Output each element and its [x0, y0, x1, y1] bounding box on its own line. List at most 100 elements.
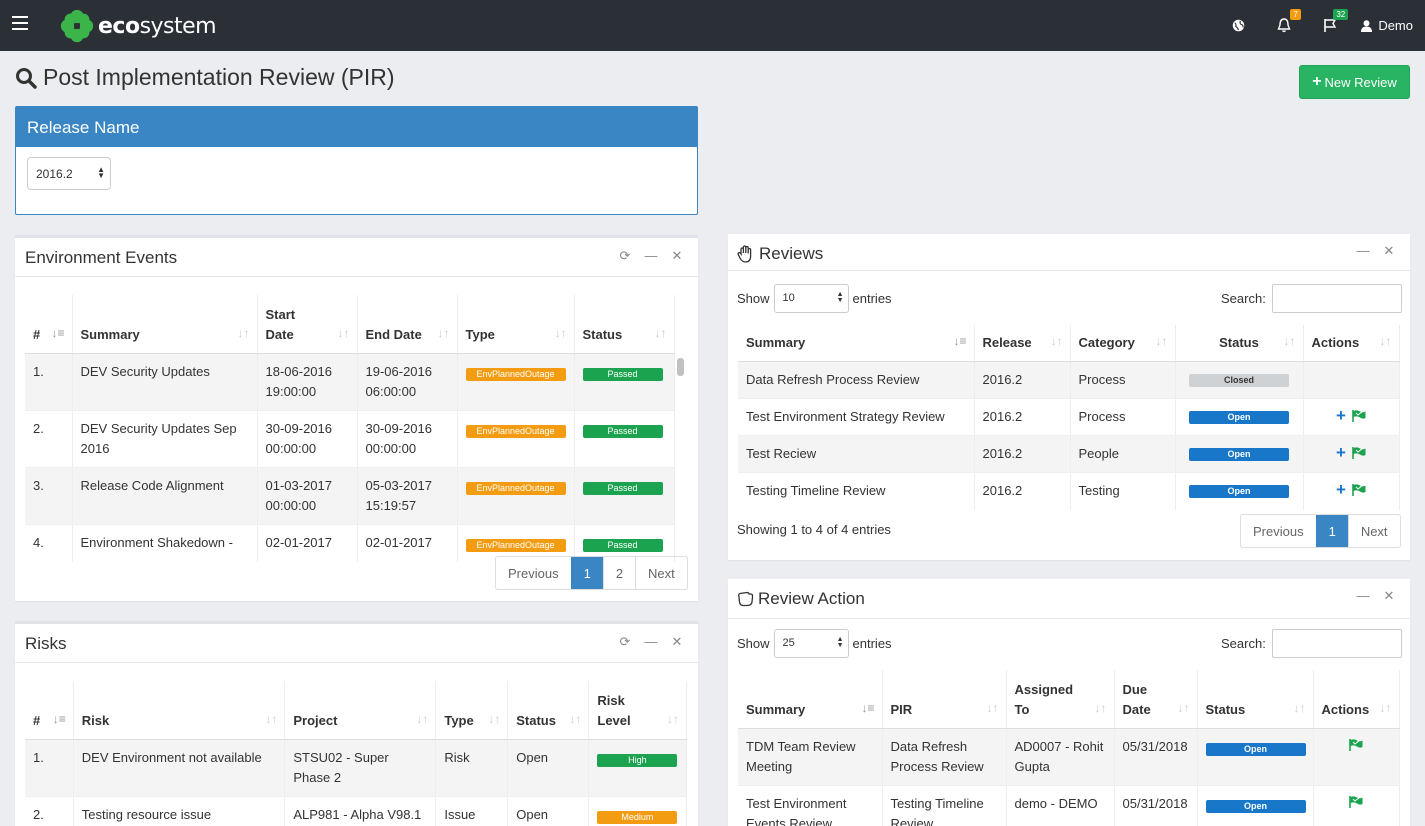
column-header[interactable]: Project ↓↑: [284, 681, 437, 740]
notifications-button[interactable]: 7: [1261, 0, 1307, 51]
collapse-icon[interactable]: —: [644, 248, 658, 264]
app-logo[interactable]: ecosystem: [58, 6, 217, 46]
add-action-icon[interactable]: +: [1336, 444, 1346, 461]
table-row[interactable]: TDM Team Review Meeting Data Refresh Proc…: [738, 727, 1400, 785]
column-header[interactable]: Category ↓↑: [1070, 325, 1176, 362]
table-row[interactable]: Test Environment Events Review Testing Ti…: [738, 784, 1400, 826]
table-row[interactable]: Data Refresh Process Review 2016.2 Process…: [738, 361, 1400, 399]
flag-icon: [1324, 19, 1337, 32]
hand-stop-icon: [737, 245, 752, 263]
close-icon[interactable]: ✕: [1382, 243, 1396, 259]
collapse-icon[interactable]: —: [1356, 243, 1370, 259]
entries-select[interactable]: 25 ▲ ▼: [773, 629, 849, 658]
review-action-search: Search:: [1221, 629, 1402, 658]
column-header[interactable]: Summary ↓↑: [72, 295, 258, 354]
entries-select[interactable]: 10 ▲ ▼: [773, 284, 849, 313]
column-header[interactable]: End Date ↓↑: [357, 295, 458, 354]
reviews-length-control: Show 10 ▲ ▼ entries: [737, 284, 892, 313]
column-header[interactable]: # ↓≡: [25, 295, 73, 354]
flag-icon[interactable]: [1349, 738, 1363, 751]
search-input[interactable]: [1271, 629, 1402, 658]
add-action-icon[interactable]: +: [1336, 407, 1346, 424]
add-action-icon[interactable]: +: [1336, 481, 1346, 498]
top-navbar: ecosystem 7 32 Demo: [0, 0, 1425, 51]
panel-title: Review Action: [737, 589, 865, 609]
new-review-label: New Review: [1324, 74, 1397, 90]
column-header[interactable]: Assigned To ↓↑: [1006, 670, 1115, 729]
table-row[interactable]: Test Environment Strategy Review 2016.2 Pr…: [738, 398, 1400, 436]
table-row: 1. DEV Security Updates 18-06-2016 19:00:…: [25, 352, 675, 410]
close-icon[interactable]: ✕: [670, 634, 684, 650]
user-menu[interactable]: Demo: [1353, 0, 1425, 51]
sort-icon: ↓↑: [569, 711, 582, 726]
column-header[interactable]: # ↓≡: [25, 681, 74, 740]
column-header[interactable]: Summary ↓≡: [738, 325, 975, 362]
column-header[interactable]: Status ↓↑: [1197, 670, 1314, 729]
column-header[interactable]: PIR ↓↑: [882, 670, 1007, 729]
collapse-icon[interactable]: —: [1356, 588, 1370, 604]
refresh-icon[interactable]: ⟳: [618, 248, 632, 264]
column-header[interactable]: Type ↓↑: [457, 295, 575, 354]
sort-icon: ↓↑: [416, 711, 429, 726]
review-action-table: Summary ↓≡ PIR ↓↑ Assigned To ↓↑ Due Date ↓↑…: [738, 670, 1400, 826]
sort-icon: ↓↑: [1293, 700, 1306, 715]
sort-icon: ↓↑: [667, 711, 679, 726]
table-row: 3. Release Code Alignment 01-03-2017 00:0…: [25, 466, 675, 524]
refresh-icon[interactable]: ⟳: [618, 634, 632, 650]
close-icon[interactable]: ✕: [1382, 588, 1396, 604]
collapse-icon[interactable]: —: [644, 634, 658, 650]
table-row: 2. Testing resource issue ALP981 - Alpha V…: [25, 795, 687, 826]
reviews-search: Search:: [1221, 284, 1402, 313]
flag-icon[interactable]: [1349, 795, 1363, 808]
new-review-button[interactable]: + New Review: [1299, 65, 1410, 99]
status-badge: Passed: [582, 538, 663, 552]
table-row[interactable]: Testing Timeline Review 2016.2 Testing Ope…: [738, 472, 1400, 510]
previous-page-button[interactable]: Previous: [496, 557, 571, 589]
table-row: 1. DEV Environment not available STSU02 - …: [25, 738, 687, 796]
column-header[interactable]: Actions ↓↑: [1313, 670, 1400, 729]
previous-page-button[interactable]: Previous: [1241, 515, 1316, 547]
page-2-button[interactable]: 2: [602, 557, 635, 589]
user-icon: [1361, 19, 1373, 32]
panel-title: Environment Events: [25, 248, 178, 267]
column-header[interactable]: Summary ↓≡: [738, 670, 883, 729]
panel-title-text: Reviews: [759, 244, 824, 263]
status-badge: Passed: [582, 424, 663, 438]
column-header[interactable]: Risk ↓↑: [73, 681, 286, 740]
column-header[interactable]: Status ↓↑: [507, 681, 590, 740]
column-header[interactable]: Release ↓↑: [974, 325, 1071, 362]
search-input[interactable]: [1271, 284, 1402, 313]
type-label: EnvPlannedOutage: [465, 481, 566, 495]
type-label: EnvPlannedOutage: [465, 367, 566, 381]
panel-title: Risks: [25, 634, 67, 653]
next-page-button[interactable]: Next: [1347, 515, 1400, 547]
clover-logo-icon: [60, 9, 94, 43]
page-1-button[interactable]: 1: [1315, 515, 1348, 547]
page-1-button[interactable]: 1: [570, 557, 603, 589]
column-header[interactable]: Type ↓↑: [435, 681, 509, 740]
flag-icon[interactable]: [1352, 410, 1366, 422]
close-icon[interactable]: ✕: [670, 248, 684, 264]
flag-icon[interactable]: [1352, 447, 1366, 459]
release-select[interactable]: 2016.2 ▲ ▼: [27, 157, 111, 190]
menu-toggle-icon[interactable]: [12, 16, 28, 34]
column-header[interactable]: Status ↓↑: [1175, 325, 1304, 362]
table-row[interactable]: Test Reciew 2016.2 People Open +: [738, 435, 1400, 473]
column-header[interactable]: Status ↓↑: [574, 295, 675, 354]
column-header[interactable]: Start Date ↓↑: [257, 295, 358, 354]
flag-icon[interactable]: [1352, 484, 1366, 496]
sort-icon: ↓↑: [1050, 334, 1063, 348]
column-header[interactable]: Risk Level ↓↑: [588, 681, 687, 740]
table-scrollbar[interactable]: [677, 358, 684, 376]
column-header[interactable]: Actions ↓↑: [1303, 325, 1400, 362]
sort-desc-icon: ↓≡: [51, 325, 65, 340]
table-row: 2. DEV Security Updates Sep 2016 30-09-20…: [25, 409, 675, 467]
column-header[interactable]: Due Date ↓↑: [1114, 670, 1198, 729]
bell-icon: [1277, 18, 1291, 33]
environment-events-table: # ↓≡ Summary ↓↑ Start Date ↓↑ End Date ↓↑ Ty…: [25, 295, 675, 562]
next-page-button[interactable]: Next: [635, 557, 687, 589]
notification-count-badge: 7: [1290, 9, 1301, 20]
status-badge: Passed: [582, 481, 663, 495]
flags-button[interactable]: 32: [1307, 0, 1353, 51]
globe-button[interactable]: [1215, 0, 1261, 51]
